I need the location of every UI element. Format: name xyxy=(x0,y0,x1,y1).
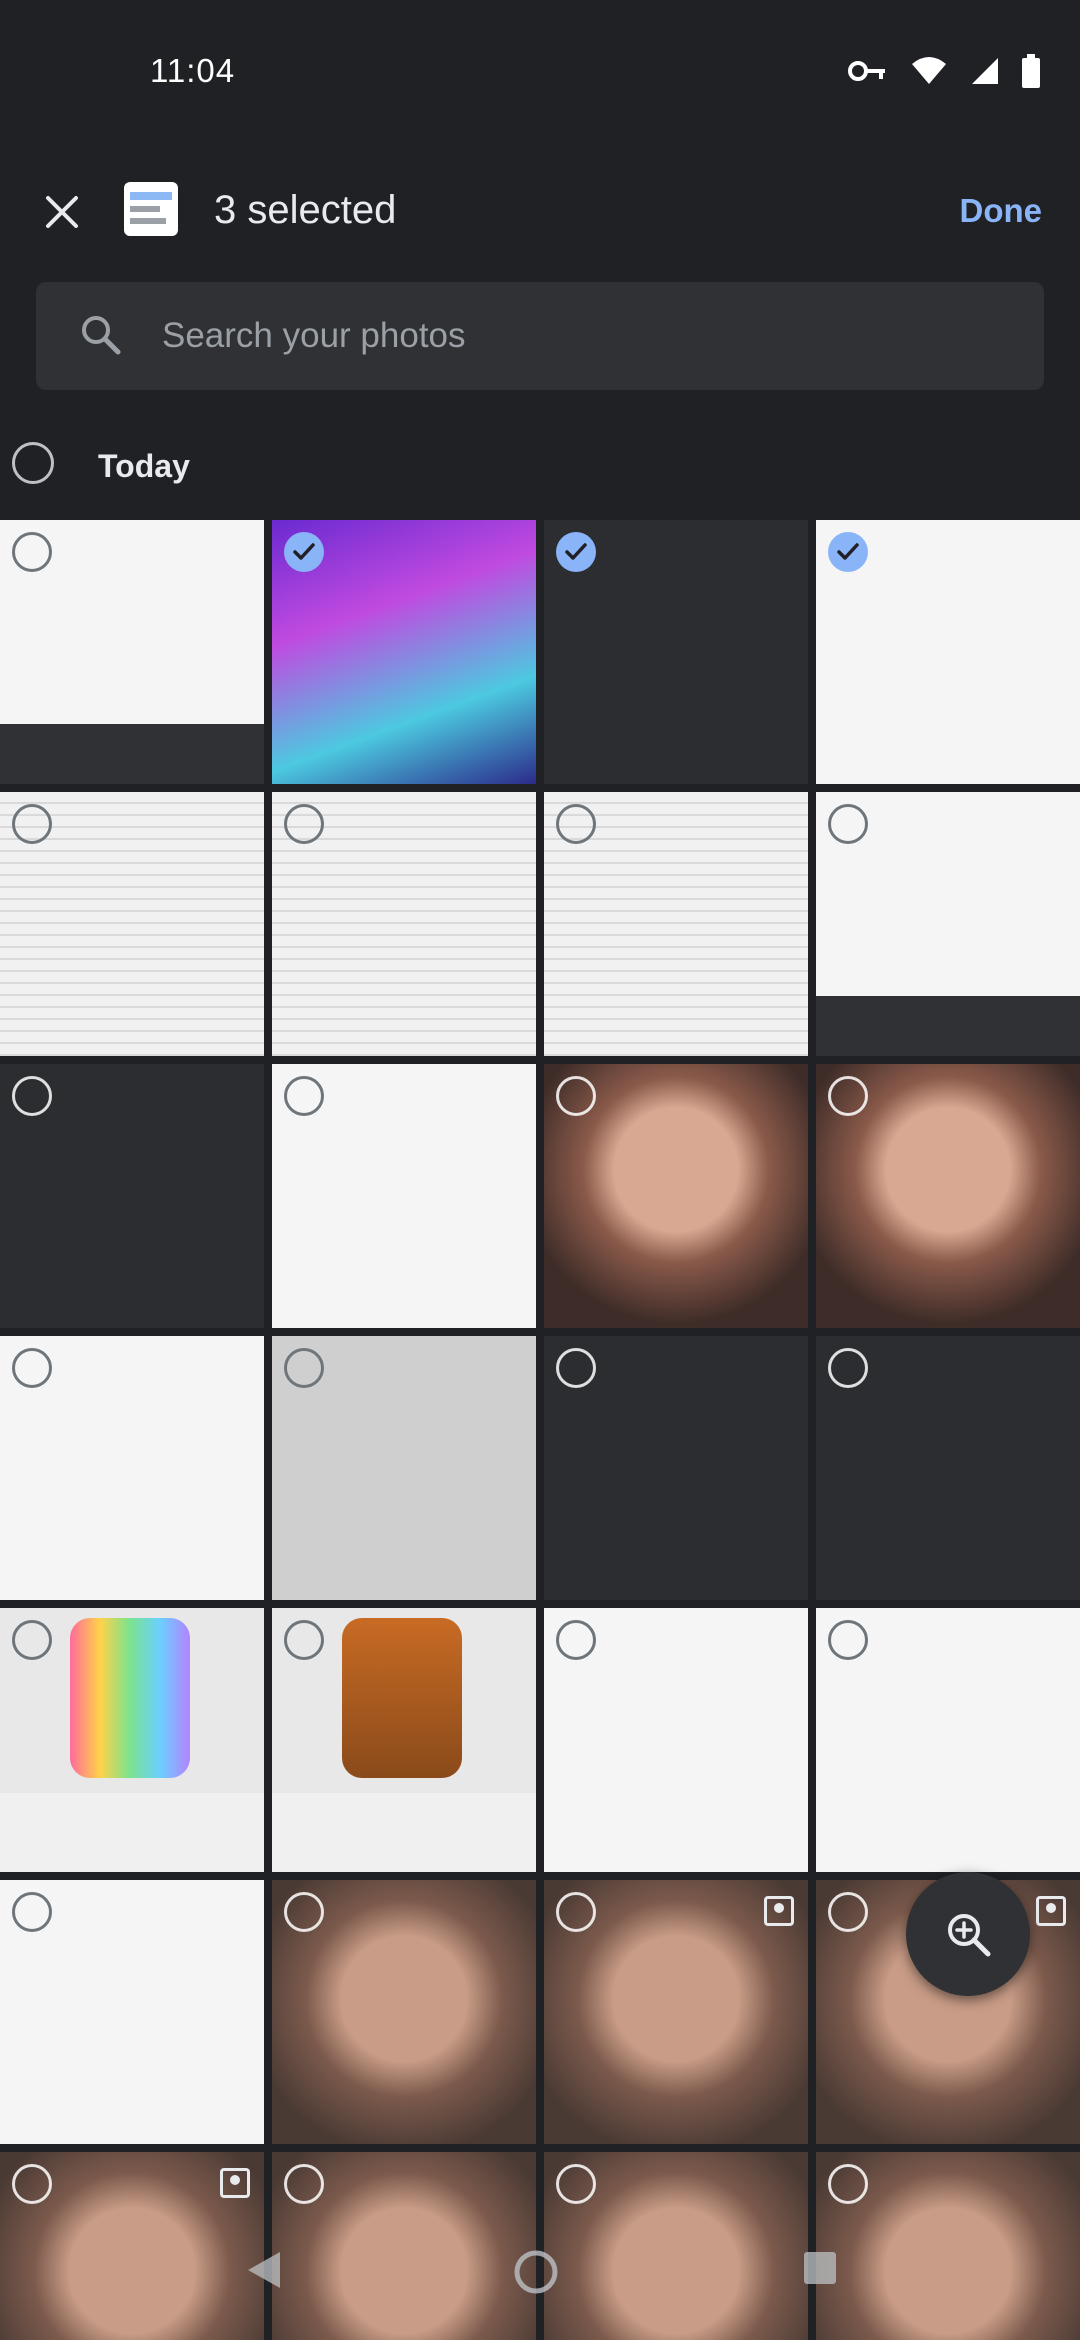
select-checkbox[interactable] xyxy=(12,532,52,572)
keyboard-strip xyxy=(0,724,264,784)
photo-tile[interactable] xyxy=(816,792,1080,1056)
search-input[interactable]: Search your photos xyxy=(162,316,466,356)
selection-toolbar: 3 selected Done xyxy=(0,170,1080,254)
select-checkbox[interactable] xyxy=(828,1892,868,1932)
select-checkbox[interactable] xyxy=(12,1892,52,1932)
system-navigation-bar xyxy=(0,2210,1080,2340)
select-checkbox[interactable] xyxy=(828,2164,868,2204)
selected-checkmark[interactable] xyxy=(556,532,596,572)
select-checkbox[interactable] xyxy=(556,2164,596,2204)
photo-tile[interactable] xyxy=(272,792,536,1056)
select-checkbox[interactable] xyxy=(12,2164,52,2204)
contact-badge-icon xyxy=(220,2168,250,2198)
select-checkbox[interactable] xyxy=(284,1076,324,1116)
date-label: Today xyxy=(98,448,190,484)
done-button[interactable]: Done xyxy=(960,192,1043,230)
select-all-today-checkbox[interactable] xyxy=(12,442,54,484)
select-checkbox[interactable] xyxy=(12,1620,52,1660)
photo-tile[interactable] xyxy=(272,1608,536,1872)
photo-tile[interactable] xyxy=(0,1064,264,1328)
date-section-header: Today xyxy=(0,432,1080,502)
back-icon[interactable] xyxy=(244,2248,284,2292)
photo-tile[interactable] xyxy=(0,1880,264,2144)
select-checkbox[interactable] xyxy=(556,1076,596,1116)
home-icon[interactable] xyxy=(512,2248,560,2296)
select-checkbox[interactable] xyxy=(556,1892,596,1932)
photo-tile[interactable] xyxy=(544,1608,808,1872)
zoom-button[interactable] xyxy=(906,1872,1030,1996)
photo-tile[interactable] xyxy=(272,1336,536,1600)
photo-tile[interactable] xyxy=(544,1064,808,1328)
photo-tile[interactable] xyxy=(0,792,264,1056)
selected-checkmark[interactable] xyxy=(828,532,868,572)
status-icons xyxy=(848,54,1040,88)
photo-content xyxy=(70,1618,190,1778)
selected-checkmark[interactable] xyxy=(284,532,324,572)
photo-tile[interactable] xyxy=(816,1608,1080,1872)
select-checkbox[interactable] xyxy=(828,1348,868,1388)
zoom-in-icon xyxy=(948,1914,991,1957)
vpn-key-icon xyxy=(848,61,885,81)
search-icon xyxy=(82,316,121,355)
wifi-icon xyxy=(912,57,946,84)
select-checkbox[interactable] xyxy=(12,804,52,844)
selected-preview-thumbnail xyxy=(124,182,178,236)
select-checkbox[interactable] xyxy=(828,804,868,844)
photo-tile[interactable] xyxy=(816,1336,1080,1600)
photo-tile[interactable] xyxy=(0,1608,264,1872)
contact-badge-icon xyxy=(764,1896,794,1926)
battery-icon xyxy=(1022,54,1040,88)
contact-badge-icon xyxy=(1036,1896,1066,1926)
recent-apps-icon[interactable] xyxy=(800,2248,840,2288)
photo-tile[interactable] xyxy=(544,792,808,1056)
check-icon xyxy=(293,543,315,560)
search-bar[interactable]: Search your photos xyxy=(36,282,1044,390)
select-checkbox[interactable] xyxy=(284,804,324,844)
close-selection-button[interactable] xyxy=(40,190,84,234)
select-checkbox[interactable] xyxy=(284,2164,324,2204)
photo-tile[interactable] xyxy=(544,1336,808,1600)
photo-content xyxy=(342,1618,462,1778)
photo-tile[interactable] xyxy=(0,1336,264,1600)
signal-icon xyxy=(972,58,998,84)
photo-tile[interactable] xyxy=(816,1064,1080,1328)
keyboard-strip xyxy=(816,996,1080,1056)
select-checkbox[interactable] xyxy=(556,1620,596,1660)
select-checkbox[interactable] xyxy=(556,804,596,844)
photo-tile[interactable] xyxy=(816,520,1080,784)
select-checkbox[interactable] xyxy=(284,1892,324,1932)
photo-tile[interactable] xyxy=(544,1880,808,2144)
photo-tile[interactable] xyxy=(272,1064,536,1328)
select-checkbox[interactable] xyxy=(556,1348,596,1388)
select-checkbox[interactable] xyxy=(12,1348,52,1388)
select-checkbox[interactable] xyxy=(828,1620,868,1660)
select-checkbox[interactable] xyxy=(284,1348,324,1388)
check-icon xyxy=(837,543,859,560)
select-checkbox[interactable] xyxy=(12,1076,52,1116)
select-checkbox[interactable] xyxy=(284,1620,324,1660)
photo-tile[interactable] xyxy=(0,520,264,784)
select-checkbox[interactable] xyxy=(828,1076,868,1116)
status-bar: 11:04 xyxy=(0,0,1080,150)
check-icon xyxy=(565,543,587,560)
photo-tile[interactable] xyxy=(272,1880,536,2144)
photo-tile[interactable] xyxy=(272,520,536,784)
close-icon xyxy=(46,196,78,228)
status-time: 11:04 xyxy=(150,52,236,89)
photo-grid xyxy=(0,520,1080,2340)
selected-count: 3 selected xyxy=(214,188,397,232)
photo-tile[interactable] xyxy=(544,520,808,784)
